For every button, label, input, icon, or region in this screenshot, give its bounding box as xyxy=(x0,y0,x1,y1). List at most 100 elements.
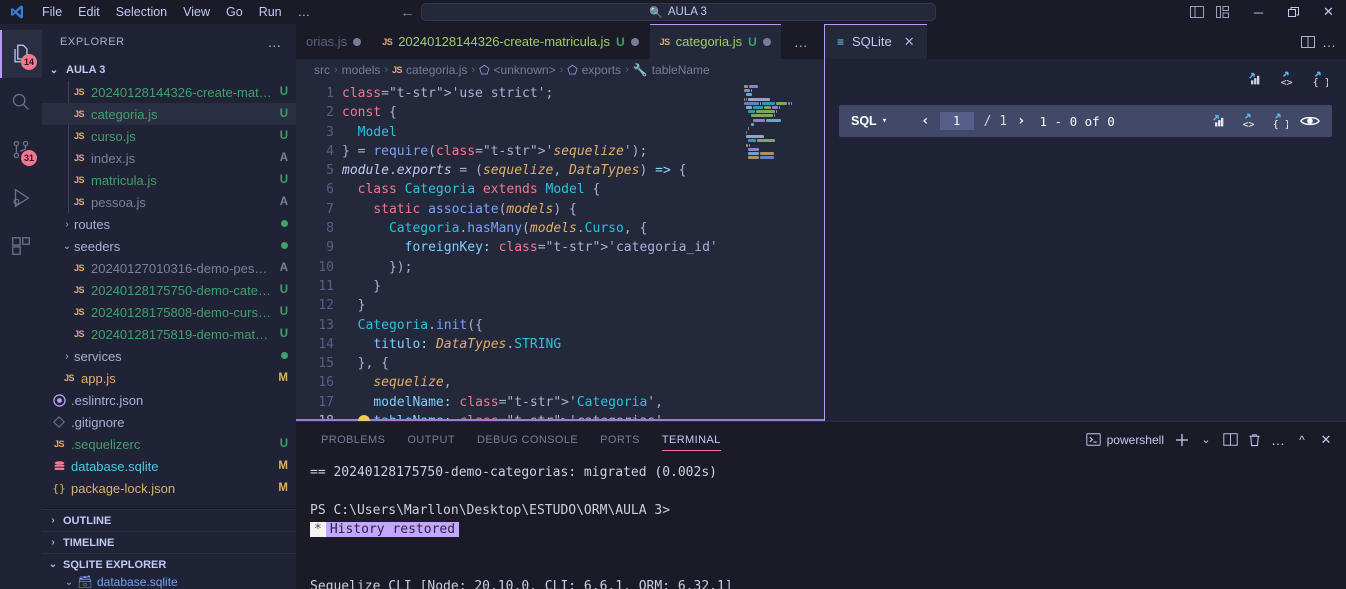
activity-search[interactable] xyxy=(0,78,42,126)
menu-go[interactable]: Go xyxy=(218,3,251,21)
chevron-down-icon[interactable]: ▾ xyxy=(882,116,887,126)
file-tree-row[interactable]: JS 20240128175819-demo-mat… U xyxy=(42,323,296,345)
file-tree-row[interactable]: JS 20240128175750-demo-cate… U xyxy=(42,279,296,301)
toggle-panel-layout-icon[interactable] xyxy=(1189,5,1215,19)
tab-problems[interactable]: PROBLEMS xyxy=(310,422,396,457)
code-line[interactable]: } xyxy=(342,277,740,296)
file-tree-row[interactable]: .gitignore xyxy=(42,411,296,433)
code-action-lightbulb-icon[interactable] xyxy=(358,415,370,421)
file-tree-row[interactable]: JS index.js A xyxy=(42,147,296,169)
dirty-indicator[interactable] xyxy=(353,37,362,46)
file-tree-row[interactable]: JS categoria.js U xyxy=(42,103,296,125)
file-tree-row[interactable]: JS app.js M xyxy=(42,367,296,389)
code-line[interactable]: }, { xyxy=(342,354,740,373)
menu-selection[interactable]: Selection xyxy=(108,3,175,21)
file-tree-row[interactable]: database.sqlite M xyxy=(42,455,296,477)
menu-more[interactable]: … xyxy=(290,3,319,21)
file-tree-row[interactable]: › routes xyxy=(42,213,296,235)
window-close-button[interactable]: ✕ xyxy=(1311,0,1346,24)
page-number-input[interactable]: 1 xyxy=(939,112,974,130)
code-line[interactable]: class="t-str">'use strict'; xyxy=(342,84,740,103)
terminal-selector[interactable]: powershell xyxy=(1080,433,1170,447)
dirty-indicator[interactable] xyxy=(630,37,639,46)
window-minimize-button[interactable]: ─ xyxy=(1241,0,1276,24)
minimap[interactable] xyxy=(740,81,810,421)
sidebar-more-actions-icon[interactable]: … xyxy=(259,34,290,50)
code-line[interactable]: class Categoria extends Model { xyxy=(342,180,740,199)
activity-source-control[interactable]: 31 xyxy=(0,126,42,174)
editor-vertical-scrollbar[interactable] xyxy=(810,81,824,421)
file-tree-row[interactable]: JS 20240127010316-demo-pess… A xyxy=(42,257,296,279)
prev-page-button[interactable]: ‹ xyxy=(921,113,929,129)
file-tree-row[interactable]: › services xyxy=(42,345,296,367)
tab-debug-console[interactable]: DEBUG CONSOLE xyxy=(466,422,589,457)
breadcrumb-item-categoria[interactable]: JS categoria.js xyxy=(392,63,467,77)
file-tree-row[interactable]: {} package-lock.json M xyxy=(42,477,296,499)
next-page-button[interactable]: › xyxy=(1017,113,1025,129)
file-tree-row[interactable]: JS pessoa.js A xyxy=(42,191,296,213)
source-code[interactable]: class="t-str">'use strict'; const { Model… xyxy=(342,81,740,421)
close-icon[interactable]: ✕ xyxy=(904,34,915,50)
export-chart-icon[interactable] xyxy=(1210,112,1228,130)
export-xml-icon[interactable]: <> xyxy=(1278,70,1296,88)
file-tree-row[interactable]: JS curso.js U xyxy=(42,125,296,147)
export-chart-icon[interactable] xyxy=(1246,70,1264,88)
tab-output[interactable]: OUTPUT xyxy=(396,422,466,457)
section-sqlite-explorer[interactable]: ⌄ SQLITE EXPLORER xyxy=(42,553,296,575)
code-line[interactable]: const { xyxy=(342,103,740,122)
menu-edit[interactable]: Edit xyxy=(70,3,108,21)
code-line[interactable]: Categoria.init({ xyxy=(342,316,740,335)
breadcrumb-item-models[interactable]: models xyxy=(342,63,381,77)
code-line[interactable]: } xyxy=(342,296,740,315)
maximize-panel-icon[interactable]: ^ xyxy=(1290,428,1314,452)
file-tree-row[interactable]: JS .sequelizerc U xyxy=(42,433,296,455)
eye-icon[interactable] xyxy=(1300,114,1320,128)
tab-create-matricula[interactable]: JS 20240128144326-create-matricula.js U xyxy=(372,24,650,59)
code-line[interactable]: Model xyxy=(342,123,740,142)
tab-ghost-orias[interactable]: orias.js xyxy=(296,24,373,59)
close-panel-icon[interactable]: ✕ xyxy=(1314,428,1338,452)
menu-run[interactable]: Run xyxy=(251,3,290,21)
file-tree-row[interactable]: ⌄ seeders xyxy=(42,235,296,257)
code-line[interactable]: foreignKey: class="t-str">'categoria_id' xyxy=(342,238,740,257)
section-outline[interactable]: › OUTLINE xyxy=(42,509,296,531)
activity-explorer[interactable]: 14 xyxy=(0,30,42,78)
sql-dropdown-label[interactable]: SQL xyxy=(851,114,877,128)
file-tree-row[interactable]: JS matricula.js U xyxy=(42,169,296,191)
file-tree[interactable]: JS 20240128144326-create-mat… U JS categoria… xyxy=(42,81,296,508)
tab-ports[interactable]: PORTS xyxy=(589,422,651,457)
new-terminal-icon[interactable] xyxy=(1170,428,1194,452)
breadcrumb-item-src[interactable]: src xyxy=(314,63,330,77)
tab-terminal[interactable]: TERMINAL xyxy=(651,422,732,457)
code-line[interactable]: }); xyxy=(342,258,740,277)
kill-terminal-icon[interactable] xyxy=(1242,428,1266,452)
window-maximize-button[interactable] xyxy=(1276,0,1311,24)
section-timeline[interactable]: › TIMELINE xyxy=(42,531,296,553)
command-center-search[interactable]: 🔍 AULA 3 xyxy=(420,3,936,21)
breadcrumb-item-tablename[interactable]: 🔧 tableName xyxy=(633,63,710,77)
more-icon[interactable]: … xyxy=(1266,428,1290,452)
code-line[interactable]: } = require(class="t-str">'sequelize'); xyxy=(342,142,740,161)
file-tree-row[interactable]: JS 20240128144326-create-mat… U xyxy=(42,81,296,103)
breadcrumb-item-exports[interactable]: ⬠ exports xyxy=(567,63,621,77)
export-xml-icon[interactable]: <> xyxy=(1240,112,1258,130)
split-editor-icon[interactable] xyxy=(1300,35,1316,49)
export-json-icon[interactable]: { } xyxy=(1270,112,1288,130)
file-tree-row[interactable]: .eslintrc.json xyxy=(42,389,296,411)
code-line[interactable]: modelName: class="t-str">'Categoria', xyxy=(342,393,740,412)
editor-tabs-more-icon[interactable]: … xyxy=(781,24,820,59)
file-tree-row[interactable]: JS 20240128175808-demo-curs… U xyxy=(42,301,296,323)
code-content-area[interactable]: 123456789101112131415161718 class="t-str… xyxy=(296,81,824,421)
dirty-indicator[interactable] xyxy=(762,37,771,46)
terminal-output[interactable]: == 20240128175750-demo-categorias: migra… xyxy=(296,457,1346,589)
export-json-icon[interactable]: { } xyxy=(1310,70,1328,88)
breadcrumb-item-unknown[interactable]: ⬠ <unknown> xyxy=(479,63,556,77)
menu-file[interactable]: File xyxy=(34,3,70,21)
chevron-down-icon[interactable]: ⌄ xyxy=(1194,428,1218,452)
split-terminal-icon[interactable] xyxy=(1218,428,1242,452)
more-actions-icon[interactable]: … xyxy=(1322,34,1336,50)
menu-view[interactable]: View xyxy=(175,3,218,21)
code-line[interactable]: sequelize, xyxy=(342,373,740,392)
customize-layout-icon[interactable] xyxy=(1215,5,1241,19)
code-line[interactable]: Categoria.hasMany(models.Curso, { xyxy=(342,219,740,238)
